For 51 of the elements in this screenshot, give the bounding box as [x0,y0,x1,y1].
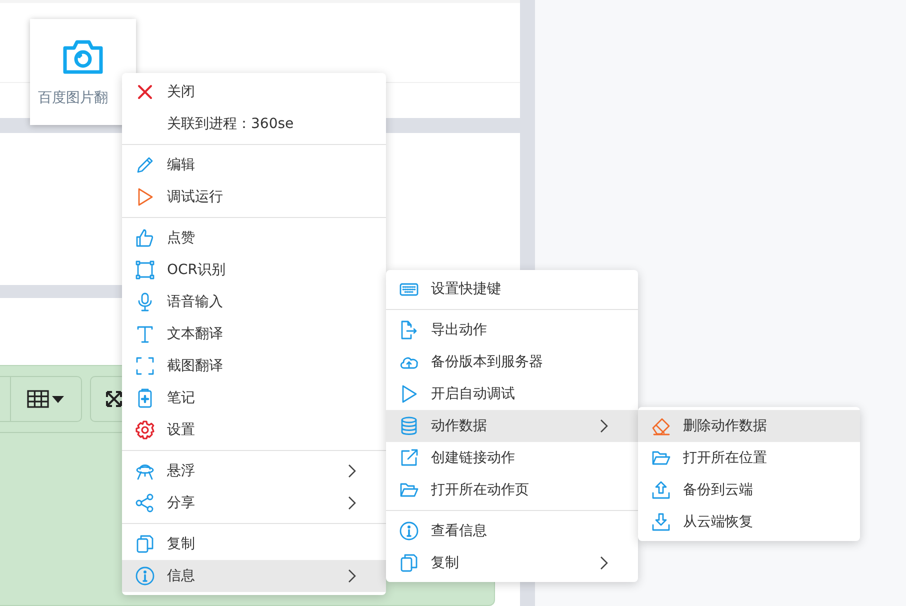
menu-item[interactable]: 查看信息 [386,515,638,547]
settings-icon [135,420,155,440]
menu-item[interactable]: 复制 [386,547,638,579]
menu-item[interactable]: 打开所在动作页 [386,474,638,506]
menu-item[interactable]: 文本翻译 [122,318,386,350]
menu-item[interactable]: 动作数据 [386,410,638,442]
menu-item[interactable]: 开启自动调试 [386,378,638,410]
external-link-icon [399,448,419,468]
database-icon [399,416,419,436]
info-icon [135,566,155,586]
menu-item[interactable]: 语音输入 [122,286,386,318]
menu-item[interactable]: 点赞 [122,222,386,254]
menu-item[interactable]: 调试运行 [122,181,386,213]
letter-t-icon [135,324,155,344]
menu-item[interactable]: 分享 [122,487,386,519]
dashed-frame-icon [135,356,155,376]
menu-item[interactable]: 备份到云端 [638,474,860,506]
table-button[interactable] [0,376,82,422]
menu-item[interactable]: 截图翻译 [122,350,386,382]
menu-item[interactable]: 笔记 [122,382,386,414]
menu-item[interactable]: 编辑 [122,149,386,181]
menu-item[interactable]: 复制 [122,528,386,560]
menu-item[interactable]: 删除动作数据 [638,410,860,442]
copy-icon [399,553,419,573]
download-icon [651,512,671,532]
menu-item[interactable]: 从云端恢复 [638,506,860,538]
share-icon [135,493,155,513]
upload-icon [651,480,671,500]
camera-icon [62,39,104,75]
app-card[interactable]: 百度图片翻 [30,19,136,125]
frame-icon [135,260,155,280]
caret-icon [52,396,64,402]
menu-item[interactable]: 导出动作 [386,314,638,346]
menu-item[interactable]: 设置 [122,414,386,446]
expand-icon [105,390,123,408]
menu-item[interactable]: 设置快捷键 [386,273,638,305]
copy-icon [135,534,155,554]
menu-item[interactable]: 备份版本到服务器 [386,346,638,378]
menu-item[interactable]: 打开所在位置 [638,442,860,474]
close-icon [135,82,155,102]
eraser-icon [651,416,671,436]
menu-item[interactable]: 信息 [122,560,386,592]
menu-item[interactable]: OCR识别 [122,254,386,286]
file-arrow-icon [399,320,419,340]
pencil-icon [135,155,155,175]
thumbs-up-icon [135,228,155,248]
grid-icon [27,390,49,408]
menu-item[interactable]: 创建链接动作 [386,442,638,474]
card-label: 百度图片翻 [37,89,108,107]
info-icon [399,521,419,541]
menu-item[interactable]: 悬浮 [122,455,386,487]
